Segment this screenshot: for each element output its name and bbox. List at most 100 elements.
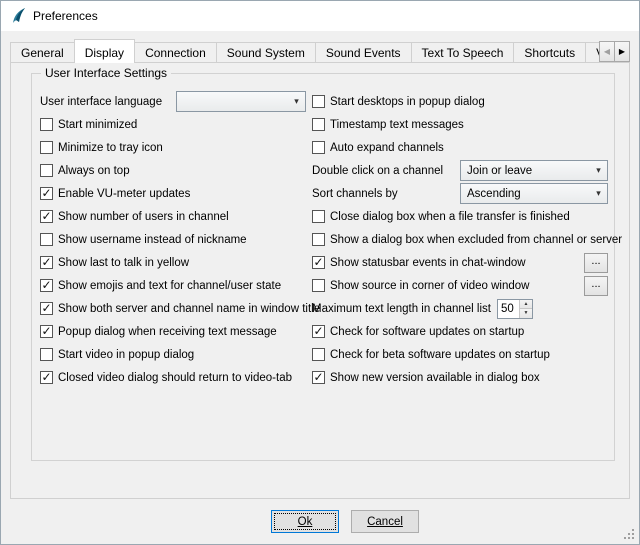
checkbox-check-beta-updates-on-startup[interactable]: ✓ Check for beta software updates on sta…: [312, 343, 608, 366]
tab-bar: General Display Connection Sound System …: [10, 39, 600, 63]
checkmark-icon: ✓: [313, 371, 323, 383]
checkbox-start-minimized[interactable]: ✓ Start minimized: [40, 113, 306, 136]
checkbox-show-server-and-channel-in-title[interactable]: ✓ Show both server and channel name in w…: [40, 297, 306, 320]
checkbox-show-statusbar-events[interactable]: ✓ Show statusbar events in chat-window .…: [312, 251, 608, 274]
language-label: User interface language: [40, 96, 162, 108]
checkbox-label: Always on top: [58, 165, 130, 177]
checkbox-show-dialog-when-excluded[interactable]: ✓ Show a dialog box when excluded from c…: [312, 228, 608, 251]
checkbox-label: Start minimized: [58, 119, 137, 131]
tab-scroll-right-button[interactable]: ▶: [614, 41, 630, 62]
tab-sound-events[interactable]: Sound Events: [315, 42, 412, 63]
checkbox-popup-dialog-on-text-message[interactable]: ✓ Popup dialog when receiving text messa…: [40, 320, 306, 343]
checkmark-icon: ✓: [41, 302, 51, 314]
tab-scroll-right-icon: ▶: [619, 47, 625, 56]
checkbox-auto-expand-channels[interactable]: ✓ Auto expand channels: [312, 136, 608, 159]
checkmark-icon: ✓: [41, 210, 51, 222]
user-interface-settings-group: User Interface Settings User interface l…: [31, 73, 615, 461]
checkmark-icon: ✓: [41, 187, 51, 199]
video-source-more-button[interactable]: ...: [584, 276, 608, 296]
checkbox-label: Auto expand channels: [330, 142, 444, 154]
right-column: ✓ Start desktops in popup dialog ✓ Times…: [312, 90, 608, 389]
checkbox-timestamp-text-messages[interactable]: ✓ Timestamp text messages: [312, 113, 608, 136]
dialog-footer: Ok Cancel: [1, 510, 639, 533]
tab-text-to-speech[interactable]: Text To Speech: [411, 42, 515, 63]
window-title: Preferences: [33, 9, 98, 23]
checkbox-show-number-of-users-in-channel[interactable]: ✓ Show number of users in channel: [40, 205, 306, 228]
checkbox-label: Show number of users in channel: [58, 211, 229, 223]
group-title: User Interface Settings: [41, 66, 171, 80]
checkmark-icon: ✓: [41, 279, 51, 291]
spin-up-button[interactable]: ▲: [520, 300, 532, 309]
left-column: User interface language ▾ ✓ Start minimi…: [40, 90, 306, 389]
tab-sound-system[interactable]: Sound System: [216, 42, 316, 63]
ok-button[interactable]: Ok: [271, 510, 339, 533]
checkbox-always-on-top[interactable]: ✓ Always on top: [40, 159, 306, 182]
checkmark-icon: ✓: [41, 325, 51, 337]
sort-channels-value: Ascending: [461, 188, 590, 200]
checkbox-label: Show source in corner of video window: [330, 280, 529, 292]
spin-down-button[interactable]: ▼: [520, 308, 532, 318]
checkbox-show-emojis-and-text-for-state[interactable]: ✓ Show emojis and text for channel/user …: [40, 274, 306, 297]
checkbox-show-video-source-corner[interactable]: ✓ Show source in corner of video window …: [312, 274, 608, 297]
language-dropdown[interactable]: ▾: [176, 91, 306, 112]
tab-scroll-left-icon: ◀: [604, 47, 610, 56]
statusbar-events-more-button[interactable]: ...: [584, 253, 608, 273]
checkmark-icon: ✓: [41, 371, 51, 383]
checkbox-label: Show username instead of nickname: [58, 234, 247, 246]
double-click-row: Double click on a channel Join or leave …: [312, 159, 608, 182]
language-row: User interface language ▾: [40, 90, 306, 113]
tab-scroll-buttons: ◀ ▶: [599, 41, 630, 62]
checkbox-label: Check for beta software updates on start…: [330, 349, 550, 361]
tab-pane: User Interface Settings User interface l…: [10, 62, 630, 499]
checkbox-check-updates-on-startup[interactable]: ✓ Check for software updates on startup: [312, 320, 608, 343]
app-icon: [9, 7, 27, 25]
checkbox-show-new-version-dialog[interactable]: ✓ Show new version available in dialog b…: [312, 366, 608, 389]
checkbox-label: Show new version available in dialog box: [330, 372, 540, 384]
checkbox-minimize-to-tray-icon[interactable]: ✓ Minimize to tray icon: [40, 136, 306, 159]
spin-up-icon: ▲: [523, 301, 528, 307]
checkbox-label: Check for software updates on startup: [330, 326, 524, 338]
checkbox-label: Enable VU-meter updates: [58, 188, 190, 200]
checkbox-label: Show statusbar events in chat-window: [330, 257, 526, 269]
titlebar[interactable]: Preferences: [1, 1, 639, 31]
tab-display[interactable]: Display: [74, 39, 135, 63]
sort-channels-row: Sort channels by Ascending ▾: [312, 182, 608, 205]
sort-channels-label: Sort channels by: [312, 188, 398, 200]
checkbox-label: Minimize to tray icon: [58, 142, 163, 154]
tab-video[interactable]: Video: [585, 42, 600, 63]
checkbox-label: Show a dialog box when excluded from cha…: [330, 234, 622, 246]
checkbox-enable-vu-meter-updates[interactable]: ✓ Enable VU-meter updates: [40, 182, 306, 205]
checkbox-show-username-instead-of-nickname[interactable]: ✓ Show username instead of nickname: [40, 228, 306, 251]
max-text-length-value: 50: [498, 300, 519, 318]
tab-shortcuts[interactable]: Shortcuts: [513, 42, 586, 63]
cancel-button[interactable]: Cancel: [351, 510, 419, 533]
resize-grip[interactable]: [622, 527, 635, 540]
chevron-down-icon: ▾: [288, 96, 305, 107]
checkmark-icon: ✓: [41, 256, 51, 268]
tab-strip: General Display Connection Sound System …: [10, 39, 630, 63]
chevron-down-icon: ▾: [590, 188, 607, 199]
max-text-length-row: Maximum text length in channel list 50 ▲…: [312, 297, 608, 320]
checkbox-label: Show emojis and text for channel/user st…: [58, 280, 281, 292]
checkbox-label: Show both server and channel name in win…: [58, 303, 320, 315]
spin-down-icon: ▼: [523, 310, 528, 316]
checkbox-start-video-in-popup-dialog[interactable]: ✓ Start video in popup dialog: [40, 343, 306, 366]
max-text-length-spinner[interactable]: 50 ▲ ▼: [497, 299, 533, 319]
checkmark-icon: ✓: [313, 256, 323, 268]
chevron-down-icon: ▾: [590, 165, 607, 176]
double-click-action-dropdown[interactable]: Join or leave ▾: [460, 160, 608, 181]
checkbox-label: Timestamp text messages: [330, 119, 464, 131]
sort-channels-dropdown[interactable]: Ascending ▾: [460, 183, 608, 204]
preferences-dialog: Preferences General Display Connection S…: [0, 0, 640, 545]
tab-scroll-left-button[interactable]: ◀: [599, 41, 615, 62]
tab-general[interactable]: General: [10, 42, 75, 63]
checkbox-show-last-to-talk-in-yellow[interactable]: ✓ Show last to talk in yellow: [40, 251, 306, 274]
double-click-value: Join or leave: [461, 165, 590, 177]
tab-connection[interactable]: Connection: [134, 42, 217, 63]
checkbox-close-dialog-on-file-transfer-finished[interactable]: ✓ Close dialog box when a file transfer …: [312, 205, 608, 228]
checkbox-closed-video-return-to-video-tab[interactable]: ✓ Closed video dialog should return to v…: [40, 366, 306, 389]
double-click-label: Double click on a channel: [312, 165, 443, 177]
checkbox-start-desktops-in-popup-dialog[interactable]: ✓ Start desktops in popup dialog: [312, 90, 608, 113]
checkbox-label: Start video in popup dialog: [58, 349, 194, 361]
checkbox-label: Close dialog box when a file transfer is…: [330, 211, 570, 223]
